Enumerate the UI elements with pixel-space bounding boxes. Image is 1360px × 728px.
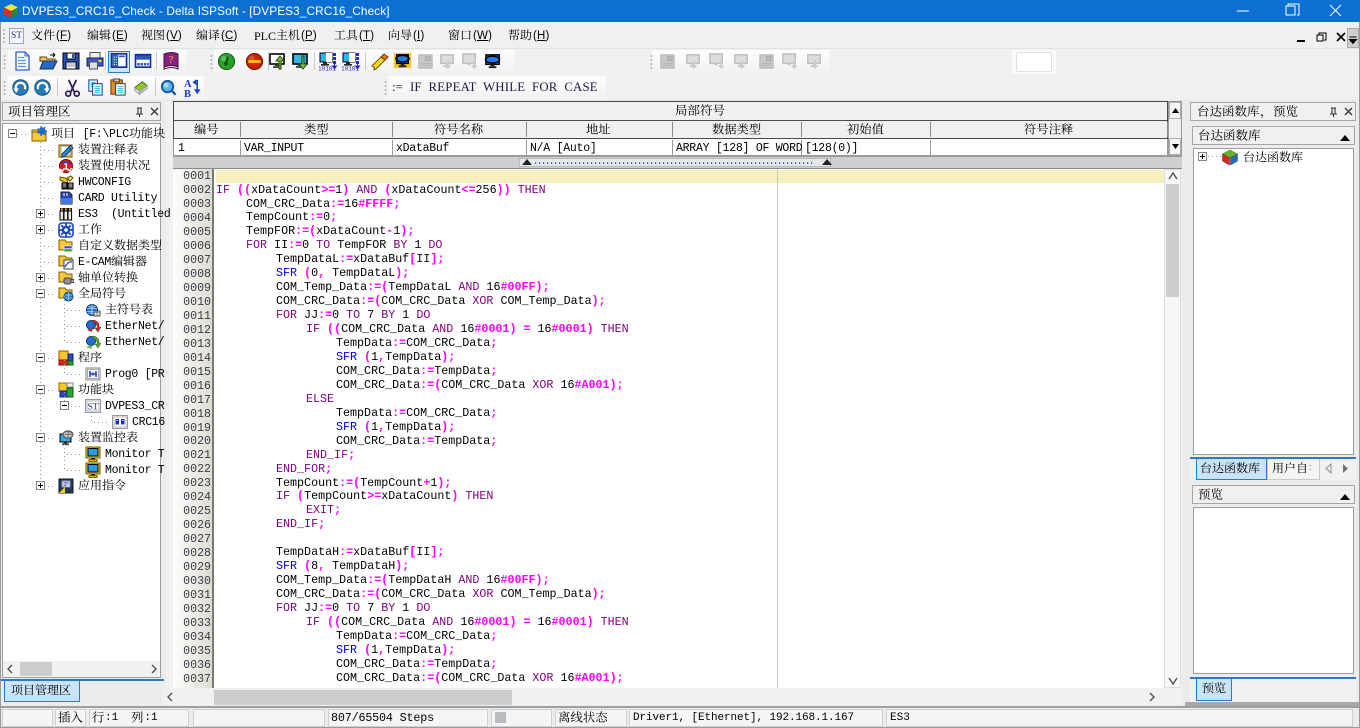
svg-text:10101: 10101	[319, 66, 336, 73]
svg-text:10101: 10101	[342, 66, 359, 73]
svg-text:ST: ST	[87, 403, 98, 413]
svg-text:?: ?	[169, 55, 174, 66]
svg-text:B: B	[184, 89, 191, 97]
